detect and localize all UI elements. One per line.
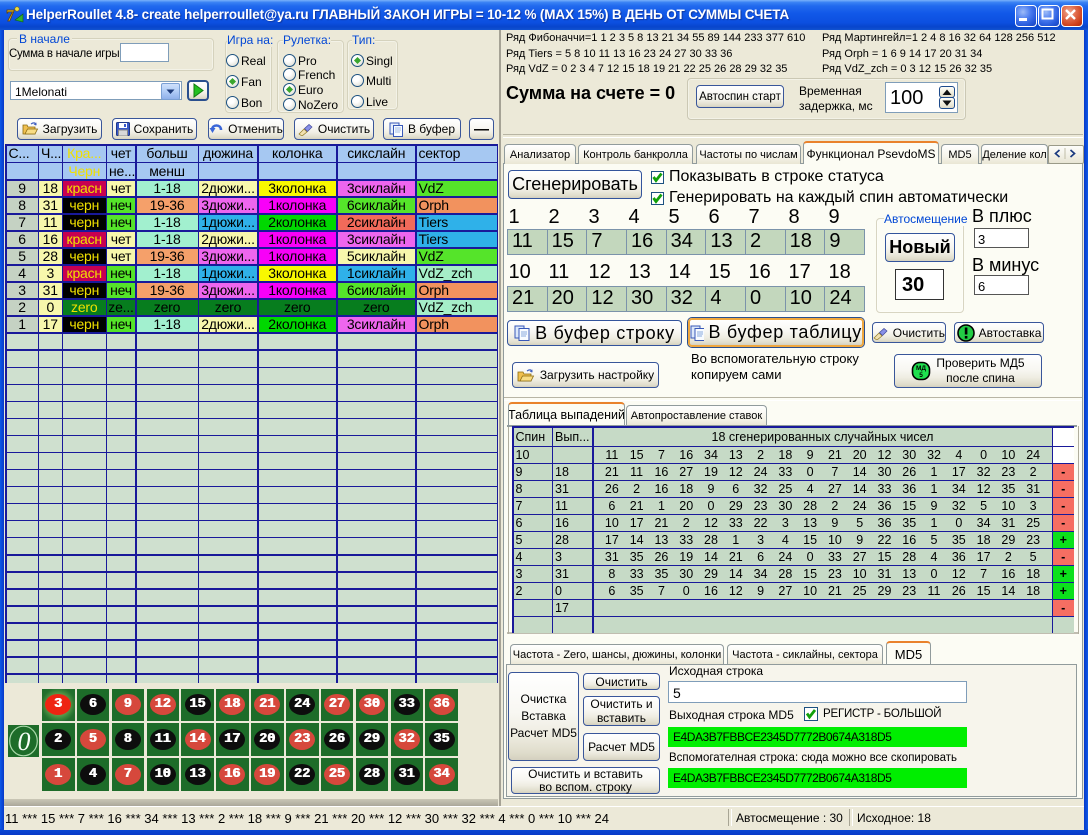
svg-text:МД: МД <box>916 365 926 372</box>
svg-text:7: 7 <box>6 6 15 25</box>
svg-text:5: 5 <box>920 372 924 379</box>
svg-text:0: 0 <box>18 727 31 756</box>
